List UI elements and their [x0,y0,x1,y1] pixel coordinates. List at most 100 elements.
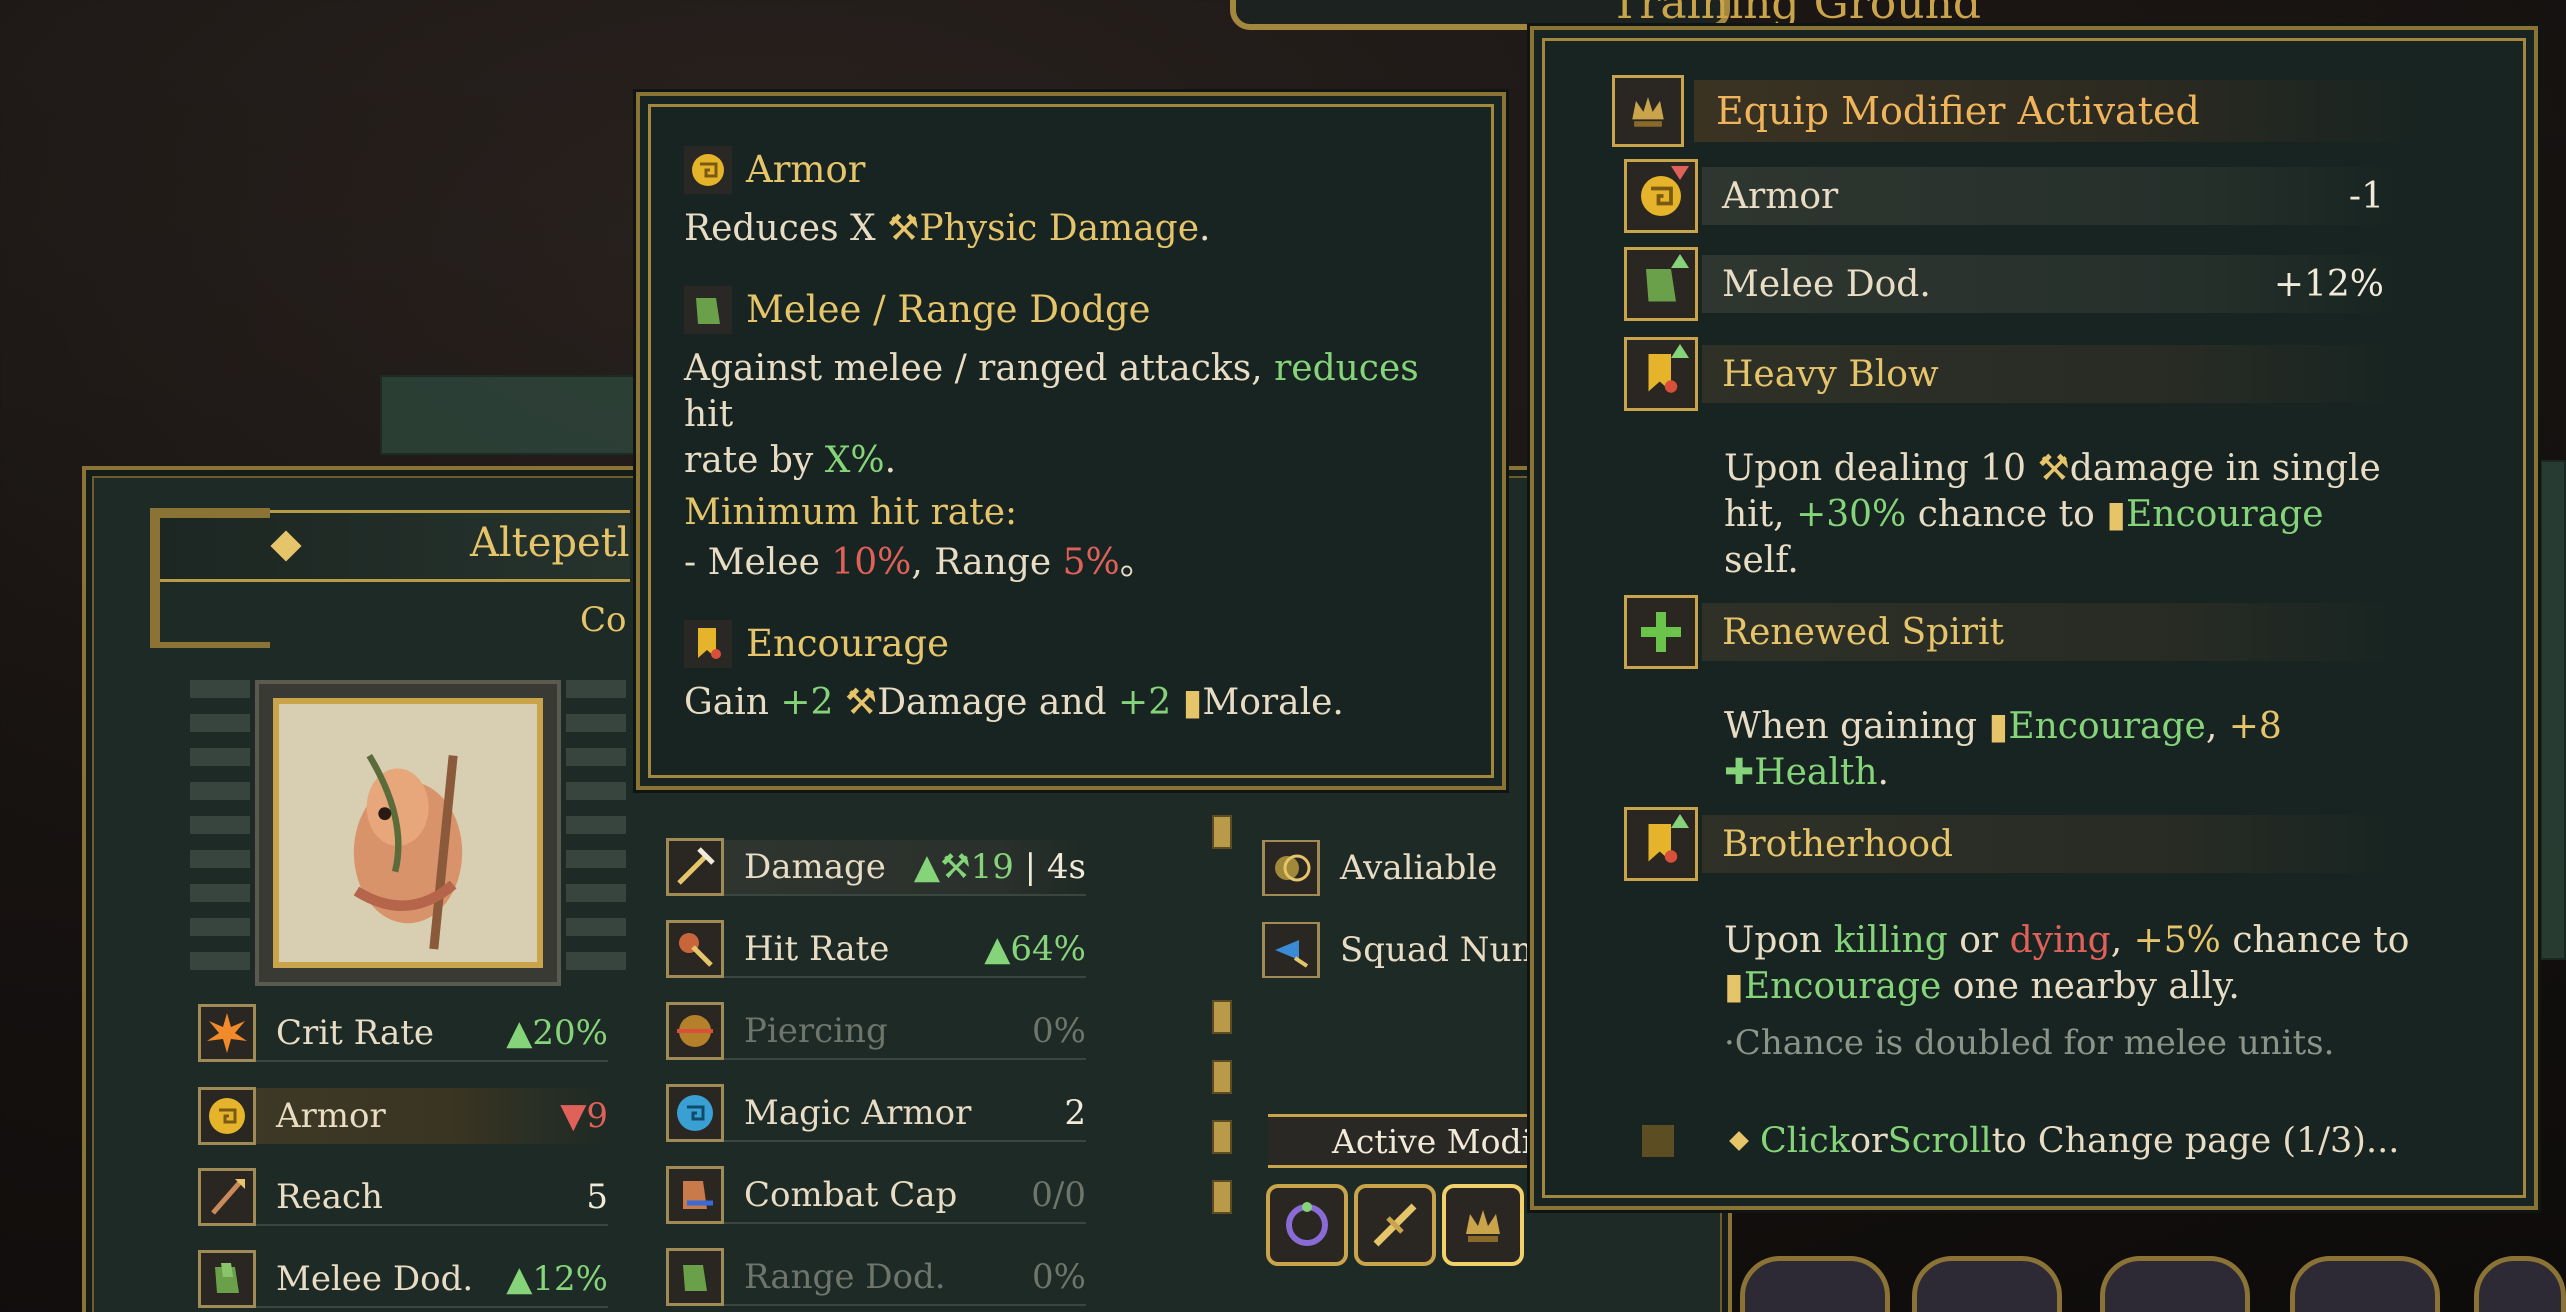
glossary-text: - Melee 10%, Range 5%。 [684,542,1156,583]
stat-label: Piercing [744,1011,888,1051]
damage-icon [666,838,724,896]
stat-row-reach[interactable]: Reach 5 [198,1168,608,1226]
stat-row-avaliable[interactable]: Avaliable [1262,840,1532,896]
divider-peg [1212,1000,1232,1034]
bottom-slot[interactable] [2290,1256,2440,1312]
modifier-label: Armor [1722,175,1839,217]
modifier-heavy-blow: Heavy Blow [1624,337,2404,411]
min-hit-label: Minimum hit rate: [684,492,1018,533]
modifier-title: Brotherhood [1702,815,2404,873]
crit-rate-icon [198,1004,256,1062]
brotherhood-desc: Upon killing or dying, +5% chance to ▮En… [1724,920,2410,1007]
unit-portrait-image [273,698,543,968]
encourage-icon [1624,807,1698,881]
modifier-title: Heavy Blow [1702,345,2404,403]
encourage-icon: ▮ [1724,966,1744,1007]
encourage-icon [1624,337,1698,411]
modifier-label: Melee Dod. [1722,263,1931,305]
renewed-spirit-desc: When gaining ▮Encourage, +8 ✚Health. [1724,706,2282,793]
modifier-brotherhood: Brotherhood [1624,807,2404,881]
melee-dodge-icon [198,1250,256,1308]
unit-subtitle: Co [580,600,627,640]
physic-damage-icon: ⚒ [887,208,920,249]
weapon-icon [1373,1203,1417,1247]
stat-row-armor[interactable]: Armor ▼9 [198,1087,608,1145]
glossary-encourage: Encourage Gain +2 ⚒Damage and +2 ▮Morale… [684,620,1458,726]
page-indicator-icon [1642,1125,1674,1157]
stat-row-magic-armor[interactable]: Magic Armor 2 [666,1084,1086,1142]
portrait-ornament-left [190,680,250,980]
unit-name: Altepetl [470,520,630,566]
page-footer[interactable]: Click or Scroll to Change page (1/3)... [1642,1116,2502,1166]
health-icon [1624,595,1698,669]
range-dodge-icon [666,1248,724,1306]
stat-label: Range Dod. [744,1257,946,1297]
glossary-armor: Armor Reduces X ⚒Physic Damage. [684,146,1458,252]
encourage-icon [684,620,732,668]
divider-peg [1212,1120,1232,1154]
glossary-text: Reduces X ⚒Physic Damage. [684,208,1211,249]
modifier-slot-2[interactable] [1354,1184,1436,1266]
glossary-title: Melee / Range Dodge [684,286,1458,334]
stat-label: Hit Rate [744,929,890,969]
modifier-row-armor: Armor -1 [1624,159,2404,233]
bottom-slot[interactable] [1740,1256,1890,1312]
stat-row-hit-rate[interactable]: Hit Rate ▲64% [666,920,1086,978]
health-icon: ✚ [1724,752,1755,793]
stat-row-melee-dodge[interactable]: Melee Dod. ▲12% [198,1250,608,1308]
morale-icon: ▮ [1182,682,1203,723]
modifier-slot-1[interactable] [1266,1184,1348,1266]
divider-peg [1212,815,1232,849]
glossary-title: Armor [684,146,1458,194]
unit-portrait[interactable] [255,680,561,986]
stat-label: Crit Rate [276,1013,435,1053]
bottom-slot[interactable] [1912,1256,2062,1312]
ring-icon [1286,1202,1328,1246]
stat-row-range-dodge[interactable]: Range Dod. 0% [666,1248,1086,1306]
faction-glyph [150,508,270,648]
glossary-title: Encourage [684,620,1458,668]
background-ruin [380,375,640,455]
stat-row-squad-number[interactable]: Squad Num [1262,922,1532,978]
stat-value: 0% [1032,1257,1086,1297]
bottom-slot[interactable] [2100,1256,2250,1312]
modifier-row-melee-dodge: Melee Dod. +12% [1624,247,2404,321]
stat-row-piercing[interactable]: Piercing 0% [666,1002,1086,1060]
modifier-title: Equip Modifier Activated [1694,80,2432,142]
stat-row-crit-rate[interactable]: Crit Rate ▲20% [198,1004,608,1062]
stat-row-damage[interactable]: Damage ▲⚒19 | 4s [666,838,1086,896]
stat-value: 2 [1064,1093,1086,1133]
stat-label: Avaliable [1340,848,1498,888]
modifier-renewed-spirit: Renewed Spirit [1624,595,2404,669]
stat-value: ▲64% [984,929,1086,969]
stat-label: Armor [276,1096,386,1136]
combat-cap-icon [666,1166,724,1224]
glossary-text: Against melee / ranged attacks, reduces … [684,348,1419,481]
modifier-value: -1 [2348,175,2384,217]
brotherhood-note: ·Chance is doubled for melee units. [1724,1023,2335,1063]
equip-modifier-tooltip: Equip Modifier Activated Armor -1 Melee D… [1530,26,2538,1210]
stat-value: ▼9 [560,1096,608,1136]
modifier-value: +12% [2273,263,2384,305]
stat-row-combat-cap[interactable]: Combat Cap 0/0 [666,1166,1086,1224]
stat-label: Combat Cap [744,1175,958,1215]
crown-icon [1612,75,1684,147]
stat-value: ▲20% [506,1013,608,1053]
modifier-title-bar: Equip Modifier Activated [1612,74,2432,148]
squad-number-icon [1262,922,1320,978]
reach-icon [198,1168,256,1226]
damage-icon: ⚒ [2037,448,2070,489]
arrow-up-icon [1671,254,1689,268]
stat-label: Reach [276,1177,383,1217]
stat-extra: 4s [1046,847,1086,887]
modifier-slot-3[interactable] [1442,1184,1524,1266]
armor-icon [1624,159,1698,233]
piercing-icon [666,1002,724,1060]
heavy-blow-desc: Upon dealing 10 ⚒damage in single hit, +… [1724,448,2381,581]
diamond-icon [1729,1131,1749,1151]
stat-label: Squad Num [1340,930,1532,970]
active-modifiers-label: Active Modi [1268,1114,1528,1168]
encourage-icon: ▮ [1988,706,2009,747]
glossary-dodge: Melee / Range Dodge Against melee / rang… [684,286,1458,586]
arrow-up-icon [1671,814,1689,828]
